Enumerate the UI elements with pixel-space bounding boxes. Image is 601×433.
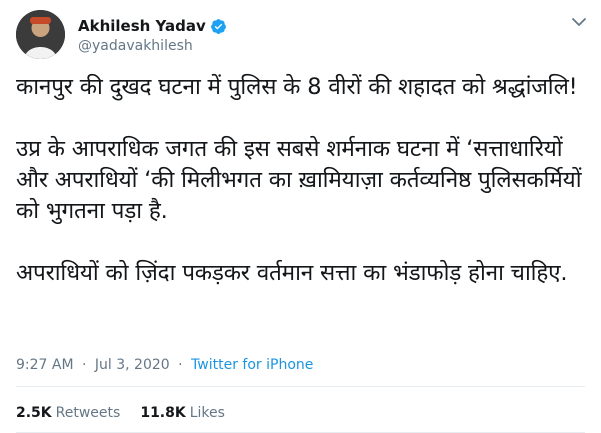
display-name-row: Akhilesh Yadav — [78, 16, 227, 36]
tweet-paragraph-2: उप्र के आपराधिक जगत की इस सबसे शर्मनाक घ… — [16, 136, 582, 224]
author-name-block: Akhilesh Yadav @yadavakhilesh — [78, 16, 227, 54]
likes-stat[interactable]: 11.8K Likes — [140, 405, 225, 421]
tweet-meta: 9:27 AM · Jul 3, 2020 · Twitter for iPho… — [16, 357, 313, 373]
tweet-paragraph-1: कानपुर की दुखद घटना में पुलिस के 8 वीरों… — [16, 74, 578, 100]
verified-badge-icon — [210, 18, 227, 35]
author-handle[interactable]: @yadavakhilesh — [78, 38, 227, 54]
tweet-source-link[interactable]: Twitter for iPhone — [191, 357, 313, 373]
divider — [16, 386, 585, 387]
retweets-count: 2.5K — [16, 405, 52, 421]
likes-count: 11.8K — [140, 405, 186, 421]
chevron-down-icon[interactable] — [569, 12, 589, 32]
likes-label: Likes — [189, 405, 225, 421]
retweets-stat[interactable]: 2.5K Retweets — [16, 405, 120, 421]
meta-separator: · — [82, 357, 87, 373]
tweet-paragraph-3: अपराधियों को ज़िंदा पकड़कर वर्तमान सत्ता… — [16, 260, 568, 286]
meta-separator-2: · — [178, 357, 183, 373]
tweet-date[interactable]: Jul 3, 2020 — [95, 357, 170, 373]
tweet-text: कानपुर की दुखद घटना में पुलिस के 8 वीरों… — [16, 72, 588, 289]
tweet-header: Akhilesh Yadav @yadavakhilesh — [16, 10, 591, 60]
tweet-time[interactable]: 9:27 AM — [16, 357, 74, 373]
tweet-card: Akhilesh Yadav @yadavakhilesh कानपुर की … — [0, 0, 601, 433]
author-display-name[interactable]: Akhilesh Yadav — [78, 17, 206, 35]
tweet-stats: 2.5K Retweets 11.8K Likes — [16, 405, 245, 421]
avatar[interactable] — [16, 10, 65, 59]
retweets-label: Retweets — [55, 405, 121, 421]
avatar-image — [16, 10, 65, 59]
